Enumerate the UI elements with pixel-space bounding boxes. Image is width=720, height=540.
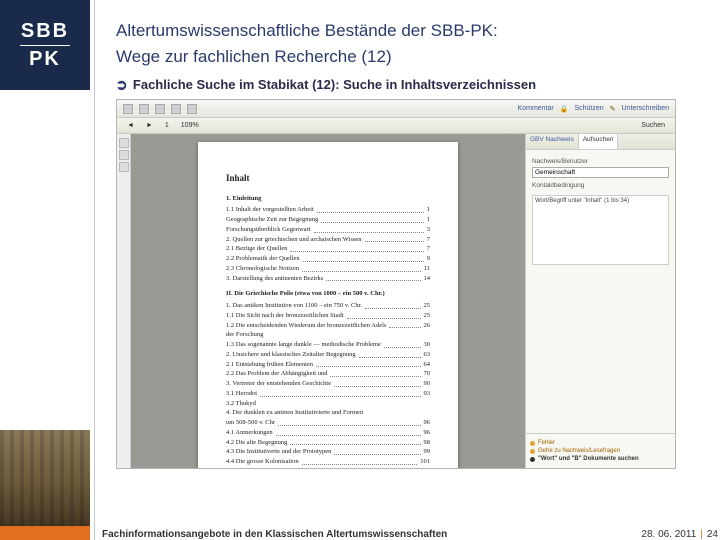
toc-line: 4.3 Die Institutiverte und der Prototype… bbox=[226, 447, 430, 457]
content-area: Altertumswissenschaftliche Bestände der … bbox=[100, 0, 720, 540]
thumbnail-column bbox=[117, 134, 131, 468]
zoom-field[interactable]: 109% bbox=[177, 121, 203, 130]
arrow-icon: ➲ bbox=[115, 76, 127, 94]
toc-line: um 508-500 v. Chr96 bbox=[226, 418, 430, 428]
thumb-icon[interactable] bbox=[119, 162, 129, 172]
page-heading: Inhalt bbox=[226, 172, 430, 186]
sidebar-accent-bar bbox=[0, 526, 90, 540]
toc-line: 1.1 Inhalt der vorgestellten Arbeit1 bbox=[226, 205, 430, 215]
toolbar-main: Kommentar 🔒Schützen ✎Unterschreiben bbox=[117, 100, 675, 118]
slide-title: Altertumswissenschaftliche Bestände der … bbox=[116, 18, 698, 69]
field-label: Nachweis/Benutzer bbox=[532, 158, 669, 165]
thumb-icon[interactable] bbox=[119, 150, 129, 160]
toc-line: 2.1 Bezüge der Quellen7 bbox=[226, 244, 430, 254]
panel-footer: Fehler Gehe zu Nachweis/Lesefragen "Wort… bbox=[526, 433, 675, 468]
toc-line: 1.1 Die Sicht nach der bronzezeitlichen … bbox=[226, 311, 430, 321]
toc-line: 2.1 Entstehung frühen Elementen64 bbox=[226, 360, 430, 370]
nav-prev-icon[interactable]: ◄ bbox=[123, 121, 138, 130]
toc-section-title: 1. Einleitung bbox=[226, 194, 430, 204]
toc-line: 1. Das antiken Institution von 1100 – ei… bbox=[226, 301, 430, 311]
bullet-line: ➲ Fachliche Suche im Stabikat (12): Suche… bbox=[116, 77, 698, 93]
thumb-icon[interactable] bbox=[119, 138, 129, 148]
comment-button[interactable]: Kommentar bbox=[518, 105, 554, 112]
toc-line: 3.1 Herodot93 bbox=[226, 389, 430, 399]
toc-line: 1.2 Die entscheidenden Wiederum der bron… bbox=[226, 321, 430, 331]
toc-line: 2.2 Problematik der Quellen9 bbox=[226, 254, 430, 264]
bullet-text: Fachliche Suche im Stabikat (12): Suche … bbox=[133, 77, 536, 92]
tool-icon[interactable] bbox=[123, 104, 133, 114]
toc-line: der Forschung bbox=[226, 330, 430, 340]
panel-tab-active[interactable]: Aufsuchen bbox=[579, 134, 619, 149]
toc-line: Forschungsüberblick Gegenwart3 bbox=[226, 225, 430, 235]
tool-icon[interactable] bbox=[155, 104, 165, 114]
find-label[interactable]: Suchen bbox=[637, 121, 669, 130]
toc-line: 2.3 Chronologische Notizen11 bbox=[226, 264, 430, 274]
search-panel: GBV Nachweis Aufsuchen Nachweis/Benutzer… bbox=[525, 134, 675, 468]
footer-right: 28. 06. 2011|24 bbox=[641, 529, 718, 540]
document-page: Inhalt 1. Einleitung1.1 Inhalt der vorge… bbox=[198, 142, 458, 468]
toc-line: 4.2 Die alte Begegnung98 bbox=[226, 438, 430, 448]
toc-line: 2. Quellen zur griechischen und archaisc… bbox=[226, 235, 430, 245]
toc-line: Geographische Zeit zur Begegnung1 bbox=[226, 215, 430, 225]
title-line2: Wege zur fachlichen Recherche (12) bbox=[116, 44, 698, 70]
footer-left: Fachinformationsangebote in den Klassisc… bbox=[102, 529, 447, 540]
search-input[interactable] bbox=[532, 167, 669, 178]
logo-line2: PK bbox=[29, 48, 61, 71]
footer-link[interactable]: Fehler bbox=[530, 440, 671, 446]
toc-line: 3.2 Thukyd bbox=[226, 399, 430, 409]
toc-line: 2. Unsichere und klassisches Zeitalter B… bbox=[226, 350, 430, 360]
title-line1: Altertumswissenschaftliche Bestände der … bbox=[116, 18, 698, 44]
toc-line: 4. Der dunklen zu antinen Institutiviert… bbox=[226, 408, 430, 418]
tool-icon[interactable] bbox=[187, 104, 197, 114]
toolbar-secondary: ◄ ► 1 109% Suchen bbox=[117, 118, 675, 134]
nav-next-icon[interactable]: ► bbox=[142, 121, 157, 130]
tool-icon[interactable] bbox=[171, 104, 181, 114]
toc-line: 4.1 Anmerkungen96 bbox=[226, 428, 430, 438]
result-list[interactable]: Wort/Begriff unter "Inhalt" (1 bis 34) bbox=[532, 195, 669, 265]
divider bbox=[94, 0, 95, 540]
sidebar: SBB PK bbox=[0, 0, 90, 540]
screenshot-pdf-reader: Kommentar 🔒Schützen ✎Unterschreiben ◄ ► … bbox=[116, 99, 676, 469]
toc-line: 1.3 Das sogenannte lange dunkle — method… bbox=[226, 340, 430, 350]
footer-link[interactable]: Gehe zu Nachweis/Lesefragen bbox=[530, 448, 671, 454]
sidebar-image bbox=[0, 430, 90, 540]
footer-link[interactable]: "Wort" und "B" Dokumente suchen bbox=[530, 456, 671, 462]
field-label: Kontaktbedingung bbox=[532, 182, 669, 189]
toc-line: 3. Darstellung des antinenten Bezirks14 bbox=[226, 274, 430, 284]
toc-line: 4.4 Die grosse Kolonisation101 bbox=[226, 457, 430, 467]
document-viewport: Inhalt 1. Einleitung1.1 Inhalt der vorge… bbox=[131, 134, 525, 468]
tool-icon[interactable] bbox=[139, 104, 149, 114]
panel-tab[interactable]: GBV Nachweis bbox=[526, 134, 579, 149]
toc-section-title: II. Die Griechische Polis (etwa von 1000… bbox=[226, 289, 430, 299]
logo: SBB PK bbox=[0, 0, 90, 90]
protect-button[interactable]: Schützen bbox=[574, 105, 603, 112]
sign-button[interactable]: Unterschreiben bbox=[622, 105, 669, 112]
slide-footer: Fachinformationsangebote in den Klassisc… bbox=[100, 529, 720, 540]
logo-line1: SBB bbox=[20, 20, 70, 46]
toc-line: 3. Vertreter der entstehenden Geschichte… bbox=[226, 379, 430, 389]
result-item[interactable]: Wort/Begriff unter "Inhalt" (1 bis 34) bbox=[535, 198, 666, 204]
page-field[interactable]: 1 bbox=[161, 121, 173, 130]
toc-line: 2.2 Das Problem der Abhängigkeit und70 bbox=[226, 369, 430, 379]
